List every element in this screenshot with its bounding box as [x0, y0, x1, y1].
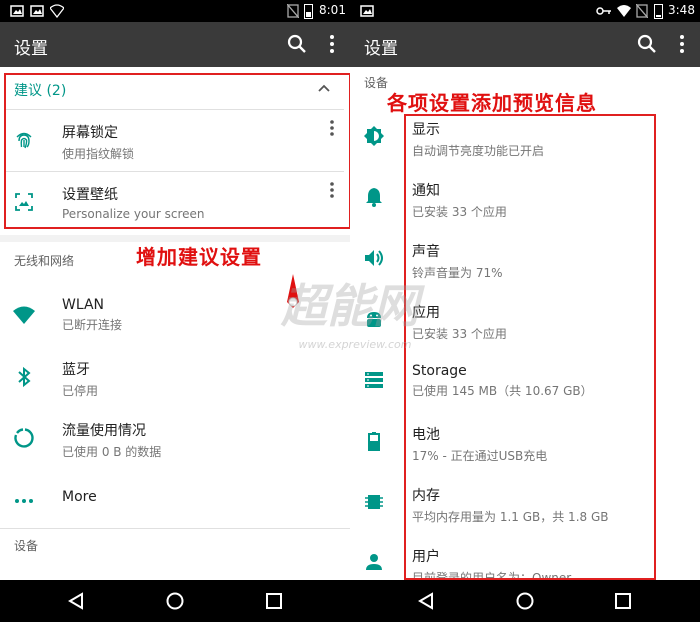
annotation-text: 各项设置添加预览信息	[387, 91, 597, 115]
more-horiz-icon	[15, 499, 33, 503]
divider	[0, 528, 350, 529]
image-notification-icon	[10, 5, 24, 17]
no-sim-icon	[287, 4, 299, 18]
person-icon	[366, 554, 382, 570]
battery-status-icon	[304, 4, 313, 19]
no-sim-icon	[636, 4, 648, 18]
data-usage-icon	[14, 428, 34, 448]
item-text: 流量使用情况 已使用 0 B 的数据	[62, 420, 161, 460]
battery-status-icon	[654, 4, 663, 19]
annotation-text: 增加建议设置	[136, 245, 262, 269]
right-toolbar: 设置	[350, 22, 700, 67]
wifi-icon	[13, 306, 35, 324]
item-title: 蓝牙	[62, 362, 90, 378]
section-header-network: 无线和网络	[14, 254, 75, 268]
back-icon[interactable]	[66, 592, 86, 610]
overflow-menu-icon[interactable]	[320, 32, 344, 56]
watermark-logo: 超能网	[281, 279, 419, 333]
highlight-box	[4, 73, 351, 229]
item-subtitle: 已停用	[62, 384, 99, 398]
settings-item-data-usage[interactable]: 流量使用情况 已使用 0 B 的数据	[0, 410, 350, 466]
battery-icon	[368, 432, 380, 451]
image-notification-icon	[360, 5, 374, 17]
section-header-device: 设备	[364, 76, 389, 90]
overflow-menu-icon[interactable]	[670, 32, 694, 56]
bluetooth-icon	[18, 366, 31, 388]
item-title: WLAN	[62, 297, 105, 313]
item-text: WLAN 已断开连接	[62, 297, 122, 333]
recents-icon[interactable]	[614, 592, 632, 610]
item-text: 蓝牙 已停用	[62, 359, 98, 399]
status-bar-left: 8:01	[0, 0, 350, 22]
left-toolbar: 设置	[0, 22, 350, 67]
image-notification-icon	[30, 5, 44, 17]
home-icon[interactable]	[165, 591, 185, 611]
search-icon[interactable]	[635, 32, 659, 56]
item-title: 流量使用情况	[62, 423, 146, 439]
storage-icon	[365, 372, 383, 388]
back-icon[interactable]	[416, 592, 436, 610]
recents-icon[interactable]	[265, 592, 283, 610]
status-bar: 8:01 3:48	[0, 0, 700, 22]
item-subtitle: 已使用 0 B 的数据	[62, 445, 162, 459]
item-subtitle: 已断开连接	[62, 318, 123, 332]
status-bar-right: 3:48	[350, 0, 700, 22]
home-icon[interactable]	[515, 591, 535, 611]
item-title: More	[62, 489, 97, 505]
page-title: 设置	[364, 39, 398, 59]
settings-item-bluetooth[interactable]: 蓝牙 已停用	[0, 349, 350, 405]
watermark-url: www.expreview.com	[298, 338, 412, 351]
wifi-status-icon	[50, 4, 64, 18]
search-icon[interactable]	[285, 32, 309, 56]
volume-icon	[365, 250, 383, 266]
navigation-bar	[0, 580, 700, 622]
page-title: 设置	[14, 39, 48, 59]
settings-item-more[interactable]: More	[0, 475, 350, 525]
bell-icon	[366, 188, 382, 207]
vpn-key-icon	[596, 7, 611, 15]
memory-icon	[365, 495, 383, 509]
brightness-icon	[364, 126, 384, 146]
section-header-device: 设备	[14, 539, 39, 553]
status-time: 3:48	[668, 3, 695, 17]
wifi-status-icon	[617, 5, 631, 17]
item-text: More	[62, 489, 97, 505]
status-time: 8:01	[319, 3, 346, 17]
